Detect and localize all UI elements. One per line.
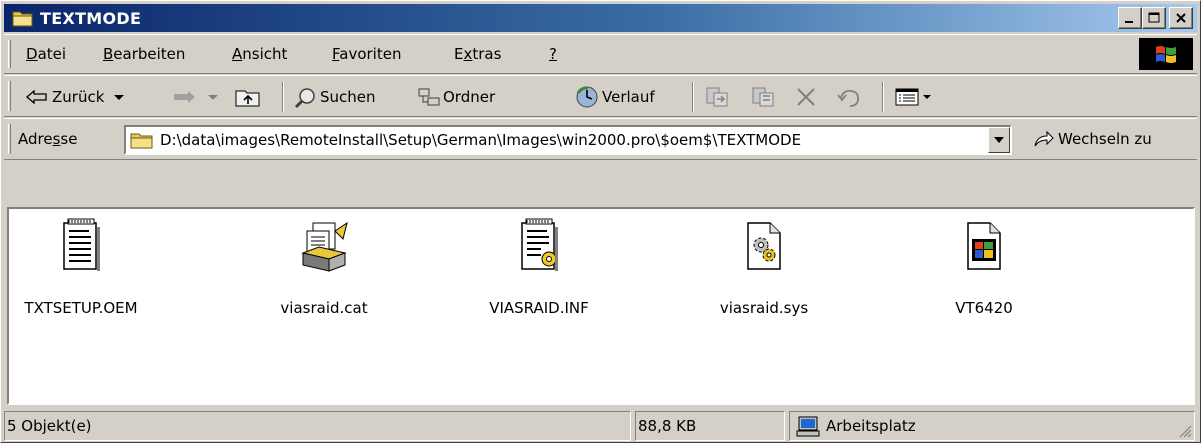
toolbar-separator: [282, 82, 284, 112]
minimize-button[interactable]: [1118, 7, 1142, 29]
address-dropdown-button[interactable]: [988, 127, 1010, 153]
forward-button[interactable]: [172, 84, 220, 110]
folders-tree-icon: [418, 88, 440, 106]
file-item[interactable]: VIASRAID.INF: [464, 215, 614, 317]
file-name: VIASRAID.INF: [489, 299, 589, 317]
delete-x-icon: [797, 88, 815, 106]
file-name: TXTSETUP.OEM: [24, 299, 138, 317]
folders-label: Ordner: [443, 88, 496, 106]
maximize-button[interactable]: [1142, 7, 1166, 29]
windows-flag-icon: [1156, 46, 1176, 63]
history-label: Verlauf: [602, 88, 655, 106]
status-zone: Arbeitsplatz: [789, 411, 1195, 441]
history-button[interactable]: Verlauf: [574, 84, 655, 110]
views-button[interactable]: [894, 84, 932, 110]
file-item[interactable]: VT6420: [909, 215, 1059, 317]
search-button[interactable]: Suchen: [294, 84, 376, 110]
copy-to-button[interactable]: [750, 84, 776, 110]
menu-extras[interactable]: Extras: [454, 45, 501, 63]
move-to-icon: [706, 87, 728, 107]
file-item[interactable]: viasraid.cat: [249, 215, 399, 317]
close-icon: [1176, 13, 1186, 23]
delete-button[interactable]: [794, 84, 818, 110]
toolbar-grip[interactable]: [8, 81, 11, 111]
window-title: TEXTMODE: [40, 8, 142, 28]
go-label: Wechseln zu: [1058, 130, 1152, 148]
search-label: Suchen: [320, 88, 376, 106]
standard-toolbar: Zurück Suchen Ordner Verlauf: [4, 75, 1197, 117]
file-item[interactable]: TXTSETUP.OEM: [9, 215, 153, 317]
up-folder-icon: [235, 90, 260, 107]
search-icon: [294, 88, 315, 109]
address-label: Adresse: [18, 130, 78, 148]
setup-info-file-icon: [521, 218, 558, 271]
undo-icon: [837, 89, 860, 107]
file-name: viasraid.sys: [719, 299, 809, 317]
maximize-icon: [1148, 12, 1160, 23]
address-field[interactable]: D:\data\images\RemoteInstall\Setup\Germa…: [124, 125, 1012, 155]
back-label: Zurück: [52, 88, 105, 106]
system-file-icon: [747, 222, 781, 270]
toolbar-separator: [692, 82, 694, 112]
menu-file[interactable]: Datei: [26, 45, 66, 63]
catalog-file-icon: [301, 221, 348, 272]
go-button[interactable]: Wechseln zu: [1032, 129, 1152, 149]
back-dropdown-icon[interactable]: [112, 92, 126, 102]
history-icon: [576, 86, 598, 108]
forward-dropdown-icon[interactable]: [206, 92, 220, 102]
go-arrow-icon: [1034, 130, 1054, 147]
text-file-icon: [63, 218, 100, 271]
move-to-button[interactable]: [704, 84, 730, 110]
forward-arrow-icon: [174, 91, 195, 103]
windows-logo: [1139, 38, 1193, 70]
views-dropdown-icon[interactable]: [922, 92, 932, 102]
menu-edit[interactable]: Bearbeiten: [103, 45, 185, 63]
toolbar-separator: [882, 82, 884, 112]
up-folder-button[interactable]: [234, 84, 262, 110]
close-button[interactable]: [1169, 7, 1193, 29]
menu-view[interactable]: Ansicht: [232, 45, 287, 63]
menu-favorites[interactable]: Favoriten: [332, 45, 401, 63]
status-size: 88,8 KB: [635, 411, 785, 441]
explorer-window: TEXTMODE Datei Bearbeiten Ansicht Favori…: [0, 0, 1201, 443]
windows-file-icon: [967, 222, 1001, 270]
my-computer-icon: [796, 416, 820, 437]
views-icon: [895, 88, 919, 106]
chevron-down-icon: [994, 137, 1004, 143]
folders-button[interactable]: Ordner: [417, 84, 495, 110]
menu-help[interactable]: ?: [549, 45, 557, 63]
file-name: viasraid.cat: [280, 299, 368, 317]
file-item[interactable]: viasraid.sys: [689, 215, 839, 317]
address-bar: Adresse D:\data\images\RemoteInstall\Set…: [4, 118, 1197, 160]
menu-grip[interactable]: [8, 40, 11, 68]
title-bar[interactable]: TEXTMODE: [4, 4, 1197, 32]
status-object-count: 5 Objekt(e): [4, 411, 631, 441]
status-bar: 5 Objekt(e) 88,8 KB Arbeitsplatz: [4, 411, 1197, 441]
minimize-icon: [1125, 21, 1133, 23]
undo-button[interactable]: [836, 84, 862, 110]
address-grip[interactable]: [8, 124, 11, 154]
status-location: Arbeitsplatz: [826, 417, 916, 435]
menu-bar: Datei Bearbeiten Ansicht Favoriten Extra…: [4, 34, 1197, 74]
back-button[interactable]: Zurück: [26, 84, 126, 110]
file-name: VT6420: [955, 299, 1013, 317]
resize-grip-icon[interactable]: [1178, 424, 1192, 438]
back-arrow-icon: [26, 90, 47, 104]
folder-icon: [12, 9, 34, 27]
folder-icon: [130, 133, 153, 149]
file-list[interactable]: TXTSETUP.OEM viasraid.cat VIASRAID.INF v…: [7, 207, 1195, 405]
copy-to-icon: [752, 87, 774, 107]
address-path[interactable]: D:\data\images\RemoteInstall\Setup\Germa…: [160, 131, 801, 149]
